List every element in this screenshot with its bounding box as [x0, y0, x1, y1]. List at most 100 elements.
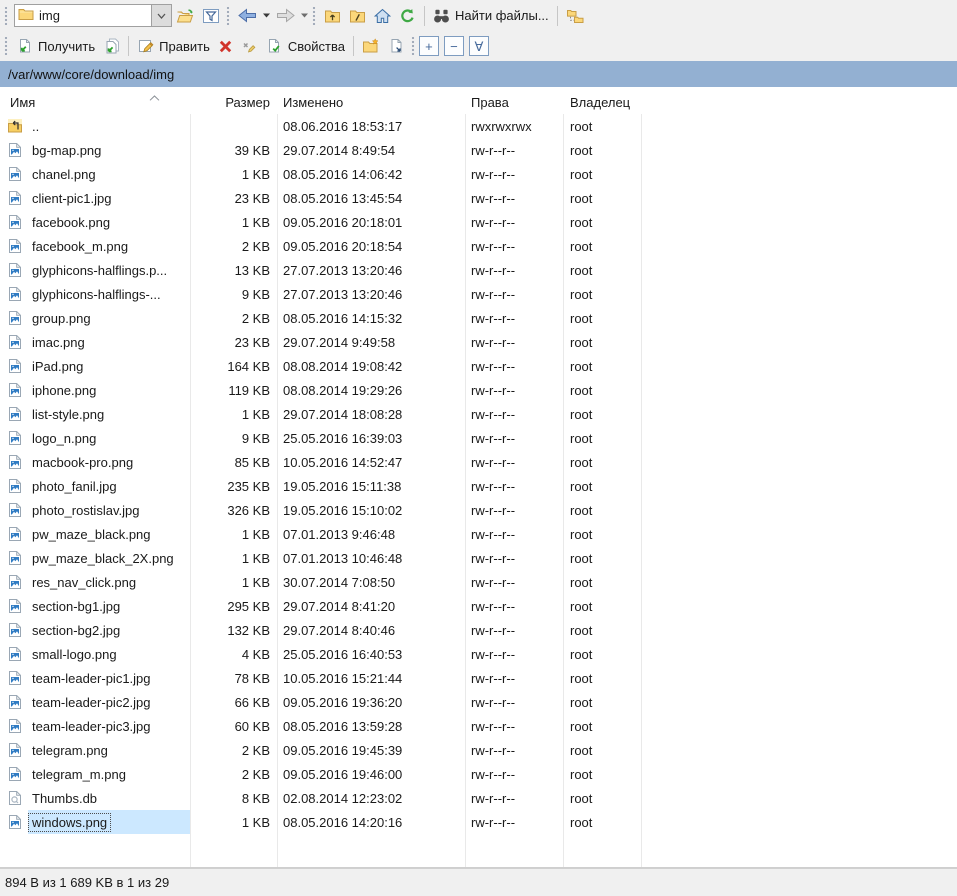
file-name-cell[interactable]: team-leader-pic2.jpg: [0, 690, 190, 714]
toolbar-gripper[interactable]: [410, 37, 415, 55]
delete-button[interactable]: [214, 36, 237, 57]
find-files-button[interactable]: Найти файлы...: [429, 5, 553, 27]
unselect-files-button[interactable]: −: [443, 36, 464, 56]
home-directory-button[interactable]: [370, 5, 395, 27]
table-row[interactable]: client-pic1.jpg 23 KB 08.05.2016 13:45:54 r…: [0, 186, 957, 210]
new-folder-button[interactable]: [358, 35, 384, 57]
table-row[interactable]: logo_n.png 9 KB 25.05.2016 16:39:03 rw-r--r…: [0, 426, 957, 450]
file-name-cell[interactable]: Thumbs.db: [0, 786, 190, 810]
refresh-button[interactable]: [395, 5, 420, 27]
file-name-cell[interactable]: photo_rostislav.jpg: [0, 498, 190, 522]
file-name-cell[interactable]: facebook.png: [0, 210, 190, 234]
table-row[interactable]: list-style.png 1 KB 29.07.2014 18:08:28 rw-…: [0, 402, 957, 426]
table-row[interactable]: section-bg1.jpg 295 KB 29.07.2014 8:41:20 r…: [0, 594, 957, 618]
file-name-cell[interactable]: glyphicons-halflings-...: [0, 282, 190, 306]
file-name-cell[interactable]: imac.png: [0, 330, 190, 354]
table-row[interactable]: facebook_m.png 2 KB 09.05.2016 20:18:54 rw-…: [0, 234, 957, 258]
file-name-cell[interactable]: photo_fanil.jpg: [0, 474, 190, 498]
file-name-cell[interactable]: iPad.png: [0, 354, 190, 378]
file-name-cell[interactable]: bg-map.png: [0, 138, 190, 162]
column-header-modified[interactable]: Изменено: [277, 95, 465, 114]
file-name-cell[interactable]: macbook-pro.png: [0, 450, 190, 474]
toolbar-separator: [128, 36, 130, 56]
properties-button[interactable]: Свойства: [262, 35, 349, 57]
file-name-cell[interactable]: logo_n.png: [0, 426, 190, 450]
file-name-cell[interactable]: iphone.png: [0, 378, 190, 402]
toolbar-gripper[interactable]: [4, 6, 8, 25]
table-row[interactable]: photo_rostislav.jpg 326 KB 19.05.2016 15:1…: [0, 498, 957, 522]
download-button[interactable]: Получить: [12, 35, 99, 57]
table-row[interactable]: group.png 2 KB 08.05.2016 14:15:32 rw-r--r-…: [0, 306, 957, 330]
table-row[interactable]: imac.png 23 KB 29.07.2014 9:49:58 rw-r--r--…: [0, 330, 957, 354]
file-name-cell[interactable]: section-bg2.jpg: [0, 618, 190, 642]
column-header-rights[interactable]: Права: [465, 95, 563, 114]
table-row[interactable]: team-leader-pic2.jpg 66 KB 09.05.2016 19:3…: [0, 690, 957, 714]
back-button[interactable]: [234, 5, 261, 26]
file-name-cell[interactable]: section-bg1.jpg: [0, 594, 190, 618]
invert-selection-button[interactable]: ∀: [468, 36, 489, 56]
file-name-cell[interactable]: client-pic1.jpg: [0, 186, 190, 210]
root-directory-button[interactable]: [345, 5, 370, 27]
table-row[interactable]: Thumbs.db 8 KB 02.08.2014 12:23:02 rw-r--r-…: [0, 786, 957, 810]
table-row[interactable]: pw_maze_black.png 1 KB 07.01.2013 9:46:48 r…: [0, 522, 957, 546]
table-row[interactable]: iPad.png 164 KB 08.08.2014 19:08:42 rw-r--r…: [0, 354, 957, 378]
table-row[interactable]: windows.png 1 KB 08.05.2016 14:20:16 rw-r--…: [0, 810, 957, 834]
directory-combobox[interactable]: img: [14, 4, 172, 27]
parent-directory-button[interactable]: [320, 5, 345, 27]
rename-button[interactable]: [237, 35, 262, 57]
file-name-cell[interactable]: small-logo.png: [0, 642, 190, 666]
table-row[interactable]: glyphicons-halflings-... 9 KB 27.07.2013 1…: [0, 282, 957, 306]
column-header-owner[interactable]: Владелец: [563, 95, 641, 114]
table-row[interactable]: .. 08.06.2016 18:53:17 rwxrwxrwx root: [0, 114, 957, 138]
file-modified: 09.05.2016 19:46:00: [283, 766, 403, 782]
file-name: client-pic1.jpg: [32, 190, 112, 206]
path-bar[interactable]: /var/www/core/download/img: [0, 61, 957, 87]
table-row[interactable]: macbook-pro.png 85 KB 10.05.2016 14:52:47 r…: [0, 450, 957, 474]
table-row[interactable]: iphone.png 119 KB 08.08.2014 19:29:26 rw-r-…: [0, 378, 957, 402]
synchronize-browsing-button[interactable]: [562, 5, 588, 27]
table-row[interactable]: section-bg2.jpg 132 KB 29.07.2014 8:40:46 r…: [0, 618, 957, 642]
table-row[interactable]: glyphicons-halflings.p... 13 KB 27.07.2013…: [0, 258, 957, 282]
file-name-cell[interactable]: pw_maze_black.png: [0, 522, 190, 546]
select-files-button[interactable]: +: [418, 36, 439, 56]
download-in-background-button[interactable]: [99, 35, 124, 57]
table-row[interactable]: bg-map.png 39 KB 29.07.2014 8:49:54 rw-r--r…: [0, 138, 957, 162]
open-directory-button[interactable]: [172, 5, 198, 27]
file-name-cell[interactable]: pw_maze_black_2X.png: [0, 546, 190, 570]
file-name-cell[interactable]: res_nav_click.png: [0, 570, 190, 594]
table-row[interactable]: team-leader-pic1.jpg 78 KB 10.05.2016 15:2…: [0, 666, 957, 690]
table-row[interactable]: chanel.png 1 KB 08.05.2016 14:06:42 rw-r--r…: [0, 162, 957, 186]
table-row[interactable]: pw_maze_black_2X.png 1 KB 07.01.2013 10:46…: [0, 546, 957, 570]
toolbar-gripper[interactable]: [312, 6, 316, 25]
combobox-dropdown-button[interactable]: [151, 5, 171, 26]
file-name-cell[interactable]: facebook_m.png: [0, 234, 190, 258]
file-name-cell[interactable]: team-leader-pic3.jpg: [0, 714, 190, 738]
column-header-size[interactable]: Размер: [190, 95, 277, 114]
file-name-cell[interactable]: chanel.png: [0, 162, 190, 186]
edit-button[interactable]: Править: [133, 35, 214, 57]
file-name-cell[interactable]: glyphicons-halflings.p...: [0, 258, 190, 282]
filter-button[interactable]: [198, 5, 224, 27]
file-name-cell[interactable]: telegram_m.png: [0, 762, 190, 786]
table-row[interactable]: team-leader-pic3.jpg 60 KB 08.05.2016 13:5…: [0, 714, 957, 738]
table-row[interactable]: photo_fanil.jpg 235 KB 19.05.2016 15:11:38…: [0, 474, 957, 498]
forward-history-dropdown[interactable]: [299, 10, 310, 21]
file-name-cell[interactable]: windows.png: [0, 810, 190, 834]
file-name-cell[interactable]: telegram.png: [0, 738, 190, 762]
file-name-cell[interactable]: group.png: [0, 306, 190, 330]
table-row[interactable]: small-logo.png 4 KB 25.05.2016 16:40:53 rw-…: [0, 642, 957, 666]
table-row[interactable]: telegram_m.png 2 KB 09.05.2016 19:46:00 rw-…: [0, 762, 957, 786]
file-name-cell[interactable]: ..: [0, 114, 190, 138]
toolbar-gripper[interactable]: [4, 37, 8, 55]
forward-button[interactable]: [272, 5, 299, 26]
column-header-name[interactable]: Имя: [0, 95, 190, 114]
new-file-button[interactable]: [384, 35, 409, 57]
file-name-cell[interactable]: team-leader-pic1.jpg: [0, 666, 190, 690]
toolbar-gripper[interactable]: [226, 6, 230, 25]
table-row[interactable]: res_nav_click.png 1 KB 30.07.2014 7:08:50 r…: [0, 570, 957, 594]
table-row[interactable]: facebook.png 1 KB 09.05.2016 20:18:01 rw-r-…: [0, 210, 957, 234]
table-row[interactable]: telegram.png 2 KB 09.05.2016 19:45:39 rw-r-…: [0, 738, 957, 762]
back-history-dropdown[interactable]: [261, 10, 272, 21]
file-name-cell[interactable]: list-style.png: [0, 402, 190, 426]
file-size: 39 KB: [234, 142, 270, 158]
